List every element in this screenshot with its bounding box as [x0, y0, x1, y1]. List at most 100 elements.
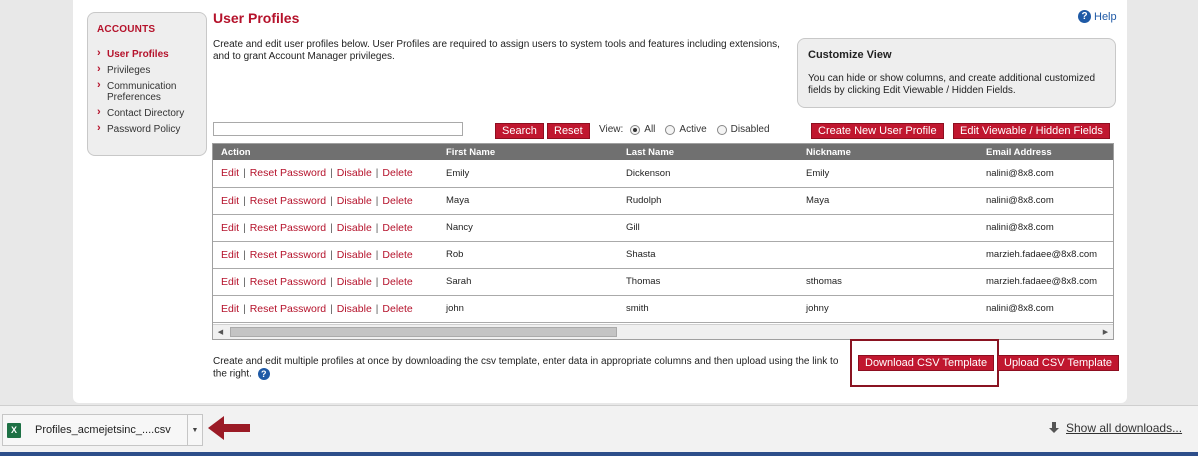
action-cell: Edit | Reset Password | Disable | Delete [213, 241, 438, 269]
help-label: Help [1094, 10, 1117, 23]
first-name-cell: Emily [438, 160, 618, 188]
reset-password-link[interactable]: Reset Password [250, 195, 326, 207]
separator: | [375, 168, 379, 180]
view-active-radio[interactable] [665, 124, 676, 135]
create-user-profile-button[interactable]: Create New User Profile [811, 123, 944, 139]
reset-button[interactable]: Reset [547, 123, 590, 139]
download-arrow-icon [1049, 422, 1059, 433]
table-row: Edit | Reset Password | Disable | Delete Nancy… [213, 214, 1113, 242]
email-cell: marzieh.fadaee@8x8.com [978, 268, 1113, 296]
delete-link[interactable]: Delete [382, 167, 412, 179]
view-active-label: Active [679, 124, 707, 135]
sidebar-item-contact-directory[interactable]: › Contact Directory [97, 106, 206, 120]
delete-link[interactable]: Delete [382, 195, 412, 207]
download-item[interactable]: X Profiles_acmejetsinc_....csv [2, 414, 188, 446]
reset-password-link[interactable]: Reset Password [250, 249, 326, 261]
separator: | [243, 222, 246, 234]
table-row: Edit | Reset Password | Disable | Delete Rob S… [213, 241, 1113, 269]
last-name-cell: Rudolph [618, 187, 798, 215]
upload-csv-template-button[interactable]: Upload CSV Template [997, 355, 1120, 371]
sidebar-item-communication-preferences[interactable]: › Communication Preferences [97, 79, 206, 104]
email-cell: marzieh.fadaee@8x8.com [978, 241, 1113, 269]
sidebar-item-privileges[interactable]: › Privileges [97, 64, 206, 77]
edit-viewable-fields-button[interactable]: Edit Viewable / Hidden Fields [953, 123, 1110, 139]
column-header-nickname[interactable]: Nickname [798, 144, 978, 160]
table-row: Edit | Reset Password | Disable | Delete Maya … [213, 187, 1113, 215]
sidebar-item-label: Privileges [107, 65, 151, 76]
toolbar: Search Reset View: All Active Disabled C… [213, 122, 1116, 140]
horizontal-scrollbar[interactable]: ◀ ▶ [213, 324, 1113, 339]
first-name-cell: Rob [438, 241, 618, 269]
email-cell: nalini@8x8.com [978, 187, 1113, 215]
edit-link[interactable]: Edit [221, 167, 239, 179]
view-all-radio[interactable] [630, 124, 641, 135]
chevron-right-icon: › [97, 106, 101, 118]
show-all-downloads-link[interactable]: Show all downloads... [1048, 421, 1182, 435]
reset-password-link[interactable]: Reset Password [250, 167, 326, 179]
download-menu-chevron-icon[interactable]: ▼ [188, 414, 203, 446]
edit-link[interactable]: Edit [221, 195, 239, 207]
delete-link[interactable]: Delete [382, 276, 412, 288]
help-link[interactable]: ? Help [1078, 10, 1117, 23]
disable-link[interactable]: Disable [337, 249, 372, 261]
help-icon[interactable]: ? [257, 368, 270, 380]
separator: | [375, 195, 379, 207]
column-header-last-name[interactable]: Last Name [618, 144, 798, 160]
scrollbar-thumb[interactable] [230, 327, 617, 337]
reset-password-link[interactable]: Reset Password [250, 276, 326, 288]
user-profiles-table: Action First Name Last Name Nickname Ema… [212, 143, 1114, 340]
disable-link[interactable]: Disable [337, 195, 372, 207]
sidebar-item-label: Communication Preferences [107, 81, 177, 103]
customize-view-title: Customize View [808, 49, 892, 61]
table-row: Edit | Reset Password | Disable | Delete Sarah… [213, 268, 1113, 296]
chevron-right-icon: › [97, 79, 101, 91]
scroll-right-icon[interactable]: ▶ [1098, 325, 1113, 339]
nickname-cell: Emily [798, 160, 978, 188]
last-name-cell: smith [618, 295, 798, 323]
search-input[interactable] [213, 122, 463, 136]
nickname-cell: sthomas [798, 268, 978, 296]
edit-link[interactable]: Edit [221, 222, 239, 234]
download-csv-template-button[interactable]: Download CSV Template [858, 355, 995, 371]
separator: | [243, 249, 246, 261]
sidebar-item-label: User Profiles [107, 49, 169, 60]
last-name-cell: Gill [618, 214, 798, 242]
edit-link[interactable]: Edit [221, 276, 239, 288]
first-name-cell: Maya [438, 187, 618, 215]
separator: | [243, 276, 246, 288]
disable-link[interactable]: Disable [337, 222, 372, 234]
delete-link[interactable]: Delete [382, 222, 412, 234]
excel-file-icon: X [7, 422, 21, 438]
table-header-row: Action First Name Last Name Nickname Ema… [213, 144, 1113, 160]
bulk-edit-description: Create and edit multiple profiles at onc… [213, 356, 839, 380]
column-header-email[interactable]: Email Address [978, 144, 1113, 160]
separator: | [330, 276, 333, 288]
sidebar-item-password-policy[interactable]: › Password Policy [97, 122, 206, 136]
column-header-first-name[interactable]: First Name [438, 144, 618, 160]
separator: | [330, 249, 333, 261]
chevron-right-icon: › [97, 122, 101, 134]
edit-link[interactable]: Edit [221, 303, 239, 315]
reset-password-link[interactable]: Reset Password [250, 303, 326, 315]
last-name-cell: Dickenson [618, 160, 798, 188]
delete-link[interactable]: Delete [382, 249, 412, 261]
view-disabled-label: Disabled [730, 124, 770, 135]
disable-link[interactable]: Disable [337, 276, 372, 288]
disable-link[interactable]: Disable [337, 303, 372, 315]
scroll-left-icon[interactable]: ◀ [213, 325, 228, 339]
disable-link[interactable]: Disable [337, 167, 372, 179]
table-row: Edit | Reset Password | Disable | Delete Emily… [213, 160, 1113, 188]
delete-link[interactable]: Delete [382, 303, 412, 315]
action-cell: Edit | Reset Password | Disable | Delete [213, 295, 438, 323]
edit-link[interactable]: Edit [221, 249, 239, 261]
first-name-cell: Sarah [438, 268, 618, 296]
nickname-cell [798, 241, 978, 269]
pointer-arrow-icon [208, 416, 250, 440]
nickname-cell [798, 214, 978, 242]
search-button[interactable]: Search [495, 123, 544, 139]
sidebar-item-user-profiles[interactable]: › User Profiles [97, 48, 206, 61]
view-disabled-radio[interactable] [716, 124, 727, 135]
nickname-cell: Maya [798, 187, 978, 215]
reset-password-link[interactable]: Reset Password [250, 222, 326, 234]
sidebar-title: ACCOUNTS [97, 24, 156, 35]
